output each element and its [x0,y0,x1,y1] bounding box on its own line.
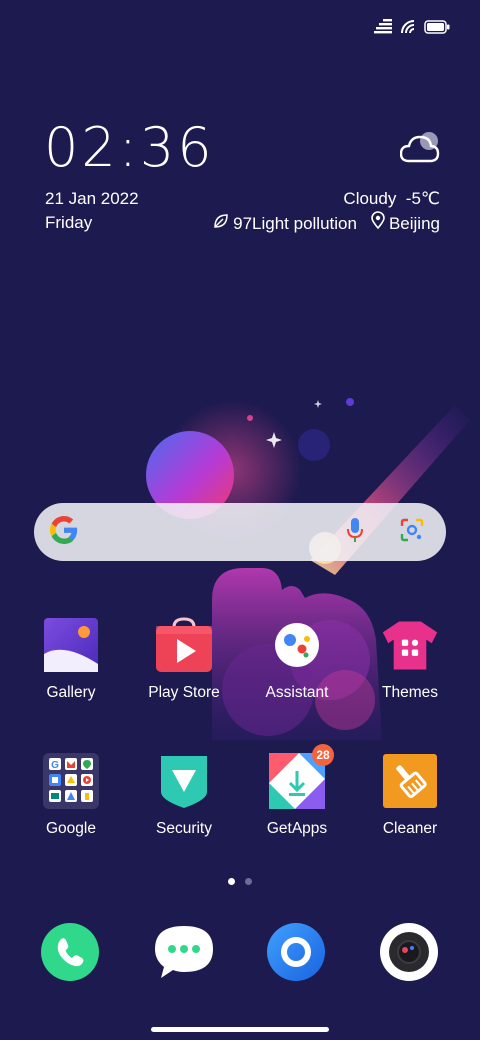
app-label: Assistant [265,684,329,701]
cloud-icon[interactable] [399,130,440,169]
dock-phone[interactable] [40,922,100,982]
wifi-icon [400,19,416,35]
assistant-icon [268,616,326,674]
app-label: GetApps [266,820,328,837]
page-dot[interactable] [245,878,252,885]
weather-details[interactable]: 97Light pollution Beijing [213,211,440,236]
home-indicator-bar[interactable] [151,1027,329,1032]
google-folder-icon: G [42,752,100,810]
page-dot-active[interactable] [228,878,235,885]
clock-time[interactable]: 02:36 [44,118,215,178]
app-label: Cleaner [382,820,438,837]
lens-icon[interactable] [400,518,424,547]
app-folder-google[interactable]: G Google [16,752,126,838]
app-cleaner[interactable]: Cleaner [355,752,465,838]
svg-text:G: G [51,760,59,771]
location-text: Beijing [388,213,440,233]
app-getapps[interactable]: 28 GetApps [242,744,352,838]
dock-camera[interactable] [379,922,439,982]
notification-badge: 28 [312,744,334,766]
app-label: Gallery [46,684,96,701]
clock-day: Friday [45,213,93,232]
app-assistant[interactable]: Assistant [242,616,352,702]
location-pin-icon [371,211,385,236]
app-security[interactable]: Security [129,752,239,838]
app-label: Themes [382,684,438,701]
play-store-icon [155,616,213,674]
app-label: Google [46,820,96,837]
getapps-icon: 28 [268,744,334,810]
app-themes[interactable]: Themes [355,616,465,702]
app-label: Security [156,820,212,837]
page-indicator[interactable] [0,878,480,885]
google-search-bar[interactable] [34,503,446,561]
app-play-store[interactable]: Play Store [129,616,239,702]
messages-icon [155,926,213,978]
app-label: Play Store [148,684,220,701]
app-gallery[interactable]: Gallery [16,616,126,702]
security-shield-icon [155,752,213,810]
clock-date: 21 Jan 2022 [45,189,139,208]
camera-icon [380,923,438,981]
status-bar [374,14,450,40]
google-logo-icon [50,515,78,549]
gallery-icon [42,616,100,674]
air-quality-text: 97Light pollution [233,213,357,233]
browser-icon [267,923,325,981]
dock-browser[interactable] [266,922,326,982]
leaf-icon [213,212,229,236]
themes-icon [381,616,439,674]
data-icon [374,19,392,35]
phone-icon [41,923,99,981]
battery-icon [424,20,450,34]
dock-messages[interactable] [153,922,213,982]
mic-icon[interactable] [346,517,364,548]
cleaner-broom-icon [381,752,439,810]
weather-condition[interactable]: Cloudy -5℃ [343,187,440,211]
